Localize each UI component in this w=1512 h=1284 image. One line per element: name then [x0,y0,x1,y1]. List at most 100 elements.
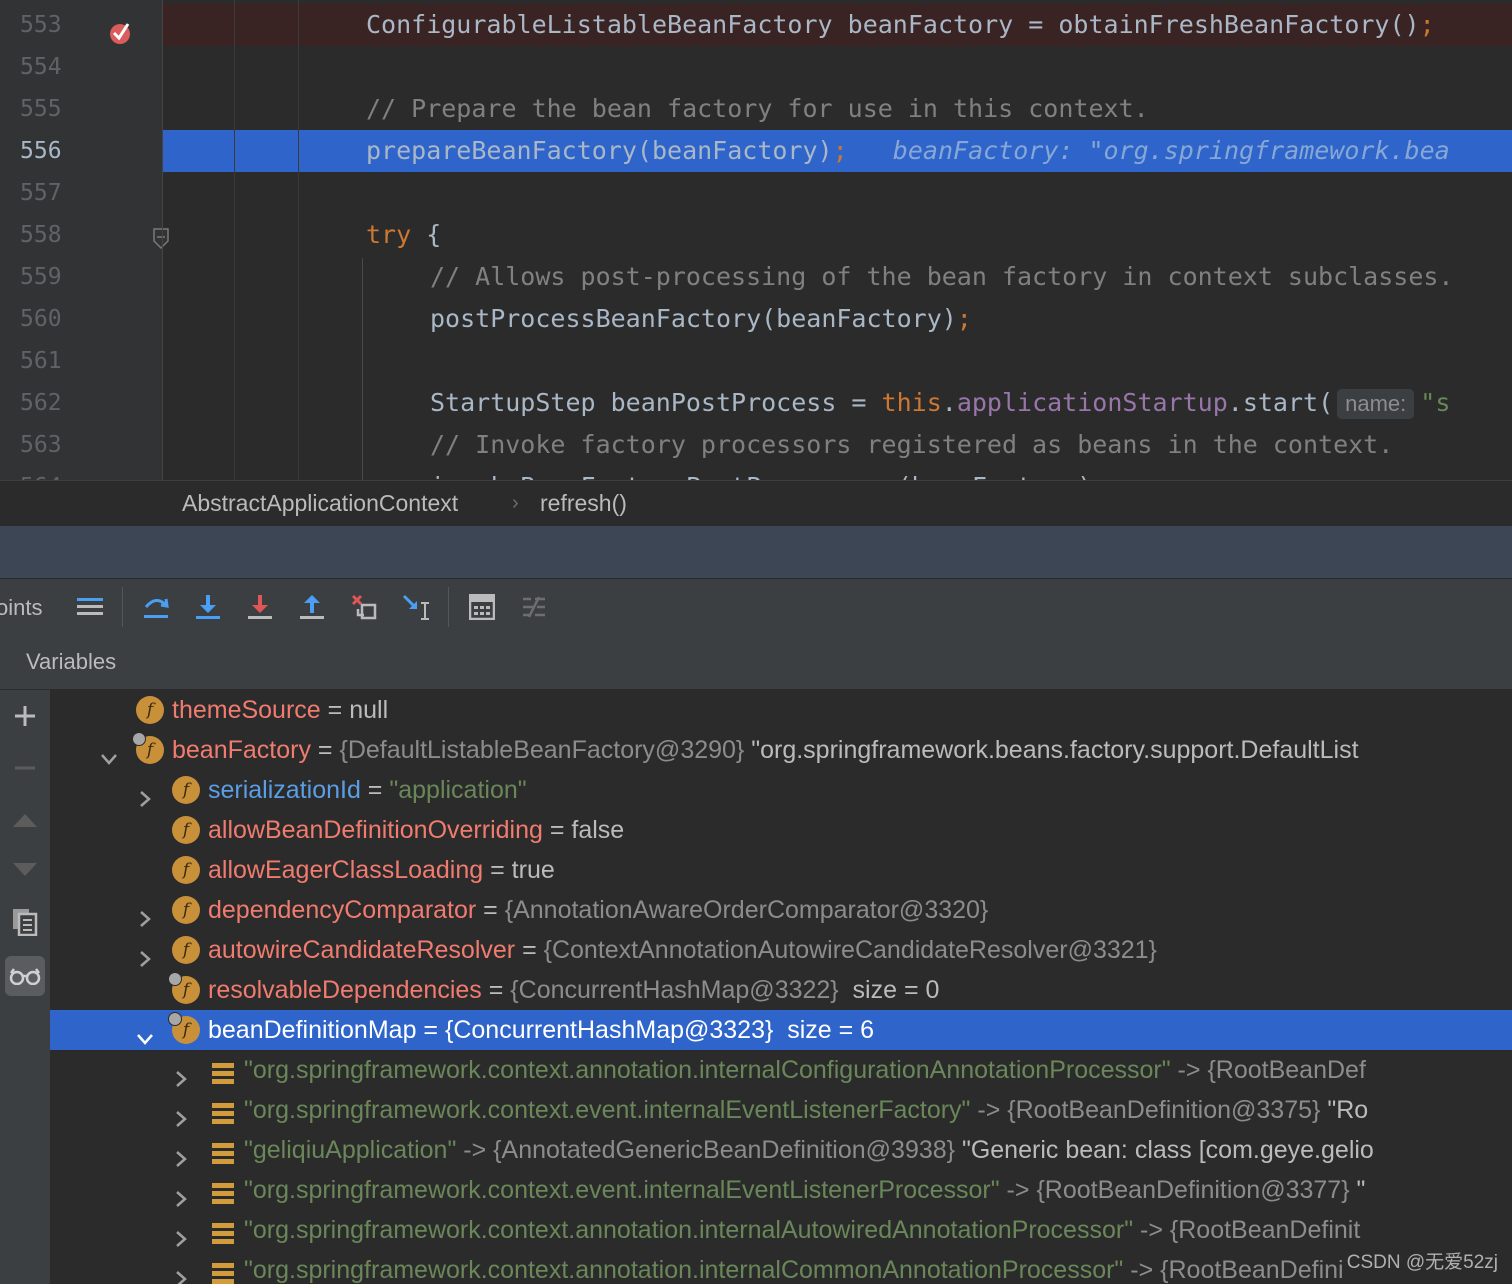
drop-frame-icon[interactable] [348,591,380,623]
variable-text: allowEagerClassLoading = true [208,850,555,890]
string-value: "org.springframework.context.annotation.… [244,1216,1134,1244]
expand-arrow-icon[interactable] [136,900,154,927]
remove-watch-icon[interactable] [5,748,45,788]
variable-name: allowEagerClassLoading [208,856,484,884]
map-entry-row[interactable]: "org.springframework.context.annotation.… [50,1050,1512,1090]
run-to-cursor-icon[interactable] [400,591,432,623]
expand-arrow-icon[interactable] [172,1100,190,1127]
step-out-icon[interactable] [296,591,328,623]
code-text: ConfigurableListableBeanFactory beanFact… [366,4,1435,46]
variable-row[interactable]: f resolvableDependencies = {ConcurrentHas… [50,970,1512,1010]
object-reference: {ConcurrentHashMap@3323} [444,1016,774,1044]
line-number[interactable]: 558 [20,214,80,256]
expand-arrow-icon[interactable] [136,940,154,967]
variable-value: size = 0 [838,976,940,1004]
breadcrumb-class[interactable]: AbstractApplicationContext [182,490,458,517]
expand-arrow-icon[interactable] [172,1140,190,1167]
map-entry-row[interactable]: "org.springframework.context.event.inter… [50,1170,1512,1210]
variables-tree[interactable]: f themeSource = null f beanFactory = {Defau… [50,690,1512,1284]
expand-arrow-icon[interactable] [172,1060,190,1087]
line-number[interactable]: 559 [20,256,80,298]
field-icon: f [172,776,200,804]
line-number[interactable]: 562 [20,382,80,424]
breakpoint-line[interactable]: 553 ConfigurableListableBeanFactory beanF… [0,4,1512,46]
variable-row[interactable]: f serializationId = "application" [50,770,1512,810]
code-line[interactable]: 563 // Invoke factory processors register… [0,424,1512,466]
code-text: // Allows post-processing of the bean fa… [430,256,1454,298]
variable-row[interactable]: f beanDefinitionMap = {ConcurrentHashMap@… [50,1010,1512,1050]
line-number[interactable]: 564 [20,466,80,480]
move-up-icon[interactable] [5,800,45,840]
map-entry-row[interactable]: "org.springframework.context.annotation.… [50,1250,1512,1284]
code-line[interactable]: 562 StartupStep beanPostProcess = this.ap… [0,382,1512,424]
variable-name: serializationId [208,776,361,804]
code-line[interactable]: 555 // Prepare the bean factory for use i… [0,88,1512,130]
expand-arrow-icon[interactable] [172,1180,190,1207]
variable-row[interactable]: f allowBeanDefinitionOverriding = false [50,810,1512,850]
equals-sign: = [542,816,572,844]
current-execution-line[interactable]: 556 prepareBeanFactory(beanFactory); bean… [0,130,1512,172]
variable-text: allowBeanDefinitionOverriding = false [208,810,624,850]
trace-stream-icon[interactable] [518,591,550,623]
variable-row[interactable]: f autowireCandidateResolver = {ContextAnn… [50,930,1512,970]
field-icon: f [172,936,200,964]
copy-icon[interactable] [5,902,45,942]
object-reference: {RootBeanDef [1207,1056,1366,1084]
code-token: prepareBeanFactory(beanFactory) [366,136,833,165]
move-down-icon[interactable] [5,850,45,890]
object-reference: {ConcurrentHashMap@3322} [510,976,839,1004]
line-number[interactable]: 555 [20,88,80,130]
variable-name: autowireCandidateResolver [208,936,516,964]
map-entry-row[interactable]: "org.springframework.context.annotation.… [50,1210,1512,1250]
breadcrumb: AbstractApplicationContext › refresh() [0,480,1512,527]
code-editor[interactable]: 553 ConfigurableListableBeanFactory beanF… [0,0,1512,480]
variable-row[interactable]: f allowEagerClassLoading = true [50,850,1512,890]
code-line[interactable]: 564 invokeBeanFactoryPostProcessors(beanF… [0,466,1512,480]
step-over-icon[interactable] [140,591,172,623]
map-entry-row[interactable]: "geliqiuApplication" -> {AnnotatedGeneri… [50,1130,1512,1170]
code-line[interactable]: 561 [0,340,1512,382]
variable-row[interactable]: f dependencyComparator = {AnnotationAware… [50,890,1512,930]
line-number[interactable]: 561 [20,340,80,382]
add-watch-icon[interactable] [5,696,45,736]
variable-text: themeSource = null [172,690,388,730]
code-line[interactable]: 554 [0,46,1512,88]
object-reference: -> [1170,1056,1208,1084]
variable-text: "org.springframework.context.event.inter… [244,1170,1365,1210]
breadcrumb-method[interactable]: refresh() [540,490,627,517]
line-number[interactable]: 557 [20,172,80,214]
breakpoint-icon[interactable] [108,16,132,44]
variable-text: beanFactory = {DefaultListableBeanFactor… [172,730,1359,770]
step-into-icon[interactable] [192,591,224,623]
line-number[interactable]: 563 [20,424,80,466]
variable-row[interactable]: f themeSource = null [50,690,1512,730]
expand-arrow-icon[interactable] [172,1220,190,1247]
code-line[interactable]: 558 try { [0,214,1512,256]
variable-value: true [511,856,555,884]
map-entry-icon [212,1138,234,1164]
show-watches-icon[interactable] [5,956,45,996]
expand-arrow-icon[interactable] [172,1260,190,1284]
line-number[interactable]: 560 [20,298,80,340]
variable-row[interactable]: f beanFactory = {DefaultListableBeanFacto… [50,730,1512,770]
collapse-arrow-icon[interactable] [100,740,118,765]
line-number[interactable]: 556 [20,130,80,172]
tab-breakpoints[interactable]: oints [0,595,42,621]
evaluate-expression-icon[interactable] [466,591,498,623]
line-number[interactable]: 553 [20,4,80,46]
code-line[interactable]: 559 // Allows post-processing of the bean… [0,256,1512,298]
code-line[interactable]: 557 [0,172,1512,214]
fold-icon[interactable] [152,222,170,250]
line-number[interactable]: 554 [20,46,80,88]
code-line[interactable]: 560 postProcessBeanFactory(beanFactory); [0,298,1512,340]
code-token: postProcessBeanFactory(beanFactory) [430,304,957,333]
frames-menu-icon[interactable] [74,591,106,623]
string-value: "org.springframework.context.annotation.… [244,1056,1171,1084]
force-step-into-icon[interactable] [244,591,276,623]
expand-arrow-icon[interactable] [136,780,154,807]
map-entry-row[interactable]: "org.springframework.context.event.inter… [50,1090,1512,1130]
collapse-arrow-icon[interactable] [136,1020,154,1045]
field-icon: f [168,972,200,1004]
code-token: // Invoke factory processors registered … [430,430,1394,459]
lock-icon [132,732,146,746]
